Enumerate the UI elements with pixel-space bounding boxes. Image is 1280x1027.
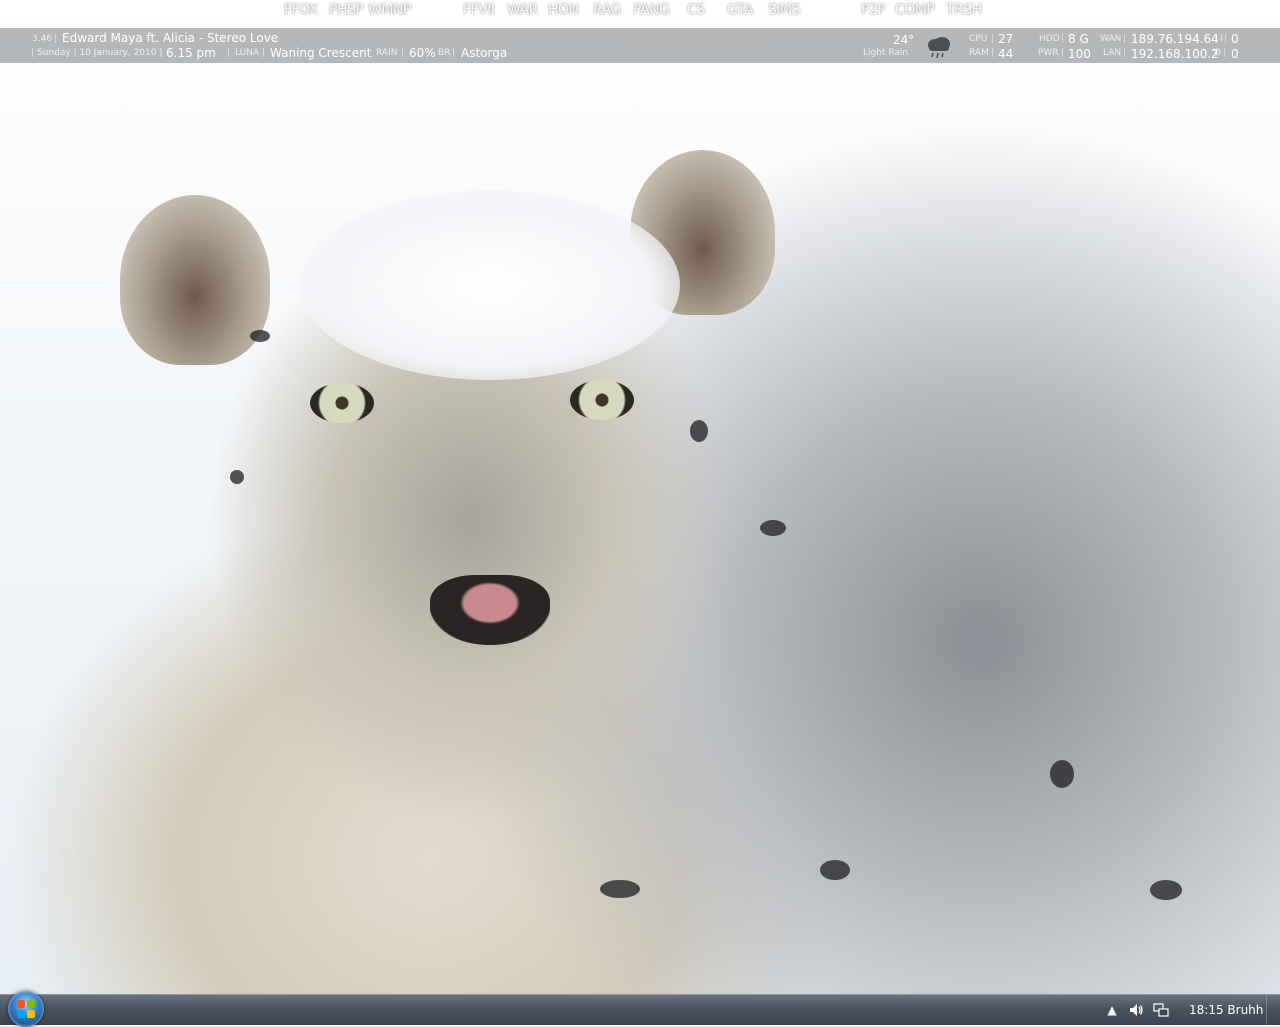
separator: | — [1123, 34, 1127, 44]
volume-icon[interactable] — [1128, 1002, 1144, 1018]
music-elapsed-time: 3.46 — [32, 34, 53, 44]
wan-label: WAN — [1100, 34, 1122, 44]
separator: | — [227, 48, 231, 58]
wan-ip: 189.76.194.64 — [1131, 32, 1219, 46]
launcher-ffox[interactable]: FFOX — [284, 2, 318, 18]
launcher-wmnp[interactable]: WMNP — [368, 2, 411, 18]
rain-label: RAIN — [376, 48, 398, 58]
fur-spot — [760, 520, 786, 536]
pwr-label: PWR — [1038, 48, 1059, 58]
taskbar-clock[interactable]: 18:15 Bruhh — [1189, 1003, 1263, 1017]
now-playing-track[interactable]: Edward Maya ft. Alicia - Stereo Love — [62, 32, 278, 44]
separator: | — [1123, 48, 1127, 58]
fur-spot — [230, 470, 244, 484]
wan-in-value: 0 — [1231, 32, 1239, 46]
weather-temperature: 24° — [893, 33, 915, 47]
lan-out-label: O — [1214, 48, 1222, 58]
rain-cloud-icon — [928, 37, 950, 59]
pwr-value: 100 — [1068, 47, 1091, 61]
rain-value: 60% — [409, 46, 436, 60]
launcher-pang[interactable]: PANG — [633, 2, 670, 18]
launcher-trsh[interactable]: TRSH — [946, 2, 982, 18]
windows-logo-icon — [17, 1000, 35, 1018]
desktop-wallpaper — [0, 0, 1280, 1024]
launcher-sims[interactable]: SIMS — [768, 2, 800, 18]
launcher-bar: FFOX PHSP WMNP FFVII WAR HON RAG PANG CS… — [0, 0, 1280, 28]
snow-on-head — [300, 190, 680, 380]
launcher-rag[interactable]: RAG — [593, 2, 621, 18]
separator: | — [54, 34, 58, 44]
date-text: Sunday | 10 January, 2010 | — [37, 48, 163, 58]
hdd-label: HDD — [1039, 34, 1060, 44]
wan-in-label: I — [1220, 34, 1223, 44]
fur-spot — [820, 860, 850, 880]
show-hidden-icons-icon[interactable]: ▲ — [1104, 1002, 1120, 1018]
ram-label: RAM — [969, 48, 989, 58]
leopard-nose — [430, 575, 550, 645]
launcher-gta[interactable]: GTA — [727, 2, 753, 18]
clock-time: 6.15 pm — [166, 46, 216, 60]
fur-spot — [600, 880, 640, 898]
hdd-value: 8 G — [1068, 32, 1089, 46]
ram-value: 44 — [998, 47, 1014, 61]
launcher-ffvii[interactable]: FFVII — [463, 2, 495, 18]
separator: | — [1223, 48, 1227, 58]
separator: | — [1061, 48, 1065, 58]
fur-spot — [250, 330, 270, 342]
show-desktop-button[interactable] — [1266, 995, 1280, 1025]
leopard-left-ear — [120, 195, 270, 365]
weather-condition: Light Rain — [863, 48, 909, 58]
launcher-comp[interactable]: COMP — [895, 2, 935, 18]
separator: | — [262, 48, 266, 58]
fur-spot — [1050, 760, 1074, 788]
separator: | — [1224, 34, 1228, 44]
separator: | — [401, 48, 405, 58]
launcher-phsp[interactable]: PHSP — [329, 2, 364, 18]
launcher-p2p[interactable]: P2P — [861, 2, 886, 18]
launcher-war[interactable]: WAR — [507, 2, 538, 18]
launcher-hon[interactable]: HON — [548, 2, 579, 18]
moon-phase: Waning Crescent — [270, 46, 372, 60]
lan-out-value: 0 — [1231, 47, 1239, 61]
fur-spot — [1150, 880, 1182, 900]
cpu-label: CPU — [969, 34, 988, 44]
separator: | — [1215, 34, 1219, 44]
separator: | — [991, 34, 995, 44]
cpu-value: 27 — [998, 32, 1014, 46]
launcher-cs[interactable]: CS — [687, 2, 705, 18]
fur-spot — [690, 420, 708, 442]
lan-ip: 192.168.100.2 — [1131, 47, 1219, 61]
rainmeter-info-bar: 3.46 | Edward Maya ft. Alicia - Stereo L… — [0, 28, 1280, 63]
taskbar: ▲ 18:15 Bruhh — [0, 991, 1280, 1027]
separator: | — [452, 48, 456, 58]
network-icon[interactable] — [1153, 1002, 1169, 1018]
leopard-left-eye — [310, 383, 374, 423]
leopard-right-eye — [570, 380, 634, 420]
separator: | — [991, 48, 995, 58]
start-button[interactable] — [8, 991, 44, 1027]
location-value: Astorga — [461, 46, 508, 60]
separator: | — [1061, 34, 1065, 44]
moon-label: LUNA — [235, 48, 260, 58]
location-label: BR — [438, 48, 451, 58]
lan-label: LAN — [1103, 48, 1122, 58]
separator: | — [31, 48, 35, 58]
